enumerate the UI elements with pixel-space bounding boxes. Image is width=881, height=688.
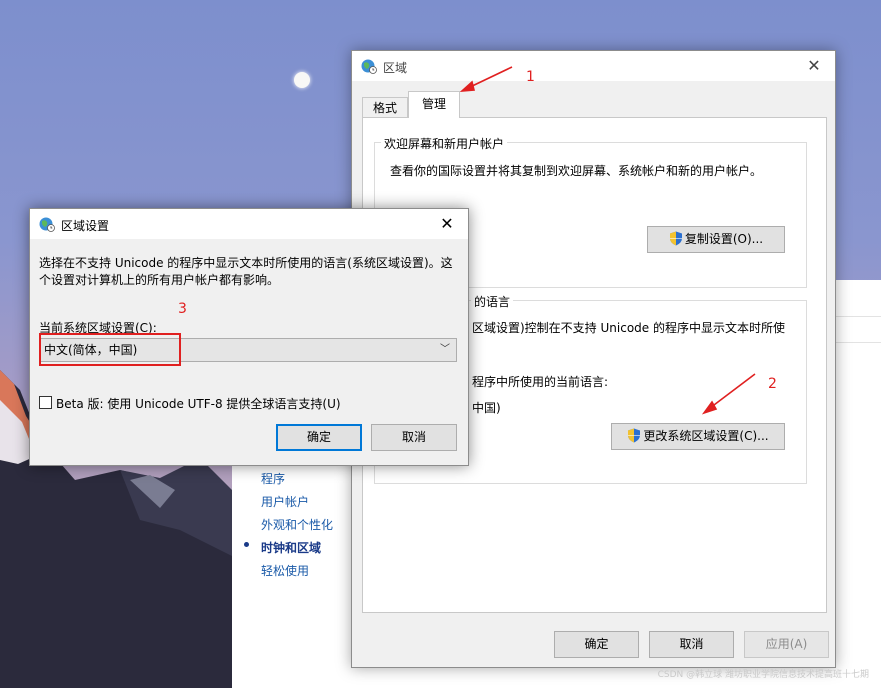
globe-clock-icon <box>39 217 55 232</box>
close-icon[interactable]: ✕ <box>793 51 835 81</box>
globe-clock-icon <box>361 59 377 74</box>
tab-format[interactable]: 格式 <box>362 97 408 117</box>
welcome-group-label: 欢迎屏幕和新用户帐户 <box>381 135 508 152</box>
annotation-highlight-box <box>39 333 181 366</box>
non-unicode-line3: 中国) <box>472 401 501 415</box>
change-system-locale-button[interactable]: 更改系统区域设置(C)... <box>611 423 785 450</box>
uac-shield-icon <box>628 428 641 442</box>
cp-link-user-accounts[interactable]: 用户帐户 <box>261 493 309 510</box>
close-icon[interactable]: ✕ <box>426 209 468 239</box>
moon <box>294 72 310 88</box>
annotation-number-3: 3 <box>178 301 187 317</box>
copy-settings-label: 复制设置(O)... <box>684 232 764 246</box>
annotation-number-2: 2 <box>768 376 777 392</box>
ok-button[interactable]: 确定 <box>554 631 639 658</box>
change-system-locale-label: 更改系统区域设置(C)... <box>643 429 769 443</box>
cancel-button[interactable]: 取消 <box>649 631 734 658</box>
dialog-title: 区域设置 <box>61 219 110 233</box>
copy-settings-button[interactable]: 复制设置(O)... <box>647 226 785 253</box>
beta-utf8-label[interactable]: Beta 版: 使用 Unicode UTF-8 提供全球语言支持(U) <box>56 395 341 412</box>
active-bullet <box>244 542 249 547</box>
welcome-description: 查看你的国际设置并将其复制到欢迎屏幕、系统帐户和新的用户帐户。 <box>390 164 763 178</box>
region-settings-dialog: 区域设置 ✕ 选择在不支持 Unicode 的程序中显示文本时所使用的语言(系统… <box>29 208 469 466</box>
tab-administrative[interactable]: 管理 <box>408 91 460 118</box>
cp-link-clock-region[interactable]: 时钟和区域 <box>261 539 321 556</box>
dialog-ok-button[interactable]: 确定 <box>276 424 362 451</box>
region-titlebar[interactable]: 区域 ✕ <box>352 51 835 81</box>
chevron-down-icon: ﹀ <box>440 344 450 355</box>
annotation-number-1: 1 <box>526 69 535 85</box>
dialog-titlebar[interactable]: 区域设置 ✕ <box>30 209 468 239</box>
non-unicode-group-label: 的语言 <box>471 293 514 310</box>
dialog-description: 选择在不支持 Unicode 的程序中显示文本时所使用的语言(系统区域设置)。这… <box>39 256 453 287</box>
dialog-cancel-button[interactable]: 取消 <box>371 424 457 451</box>
non-unicode-line1: 区域设置)控制在不支持 Unicode 的程序中显示文本时所使 <box>472 321 785 335</box>
apply-button[interactable]: 应用(A) <box>744 631 829 658</box>
cp-link-appearance[interactable]: 外观和个性化 <box>261 516 333 533</box>
beta-utf8-checkbox[interactable] <box>39 396 52 409</box>
region-window-title: 区域 <box>383 61 408 75</box>
uac-shield-icon <box>669 231 682 245</box>
csdn-watermark: CSDN @韩立球 潍坊职业学院信息技术提高班十七期 <box>657 670 869 680</box>
cp-link-programs[interactable]: 程序 <box>261 470 285 487</box>
cp-link-ease-of-access[interactable]: 轻松使用 <box>261 562 309 579</box>
non-unicode-line2: 程序中所使用的当前语言: <box>472 375 609 389</box>
